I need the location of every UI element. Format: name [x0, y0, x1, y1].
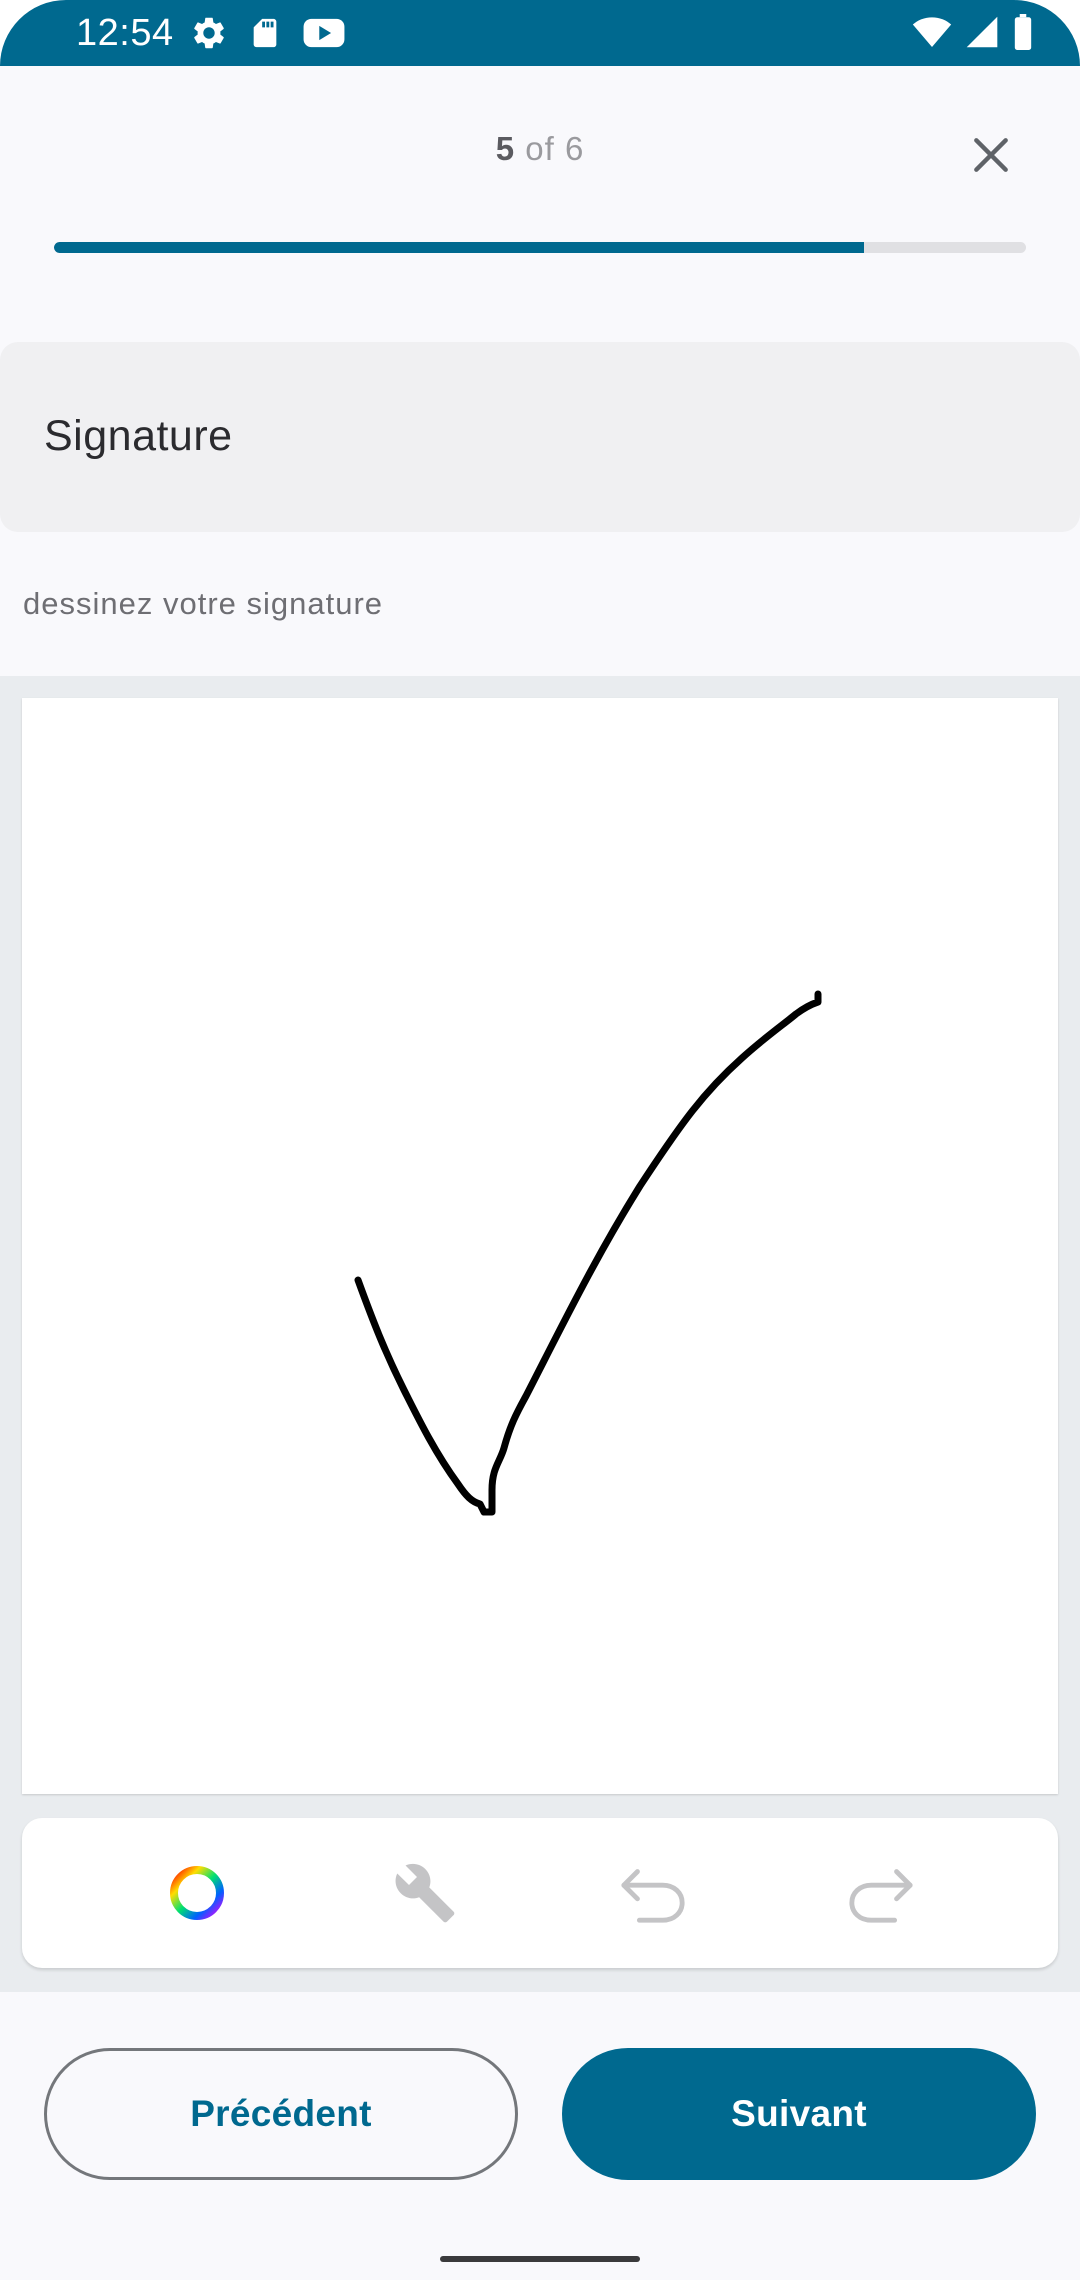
signature-screen: 12:54 5 of 6 Signature dessinez votre si…	[0, 0, 1080, 2280]
close-button[interactable]	[962, 126, 1020, 184]
step-current: 5	[495, 130, 516, 167]
youtube-icon	[303, 18, 345, 48]
settings-tool-button[interactable]	[390, 1858, 460, 1928]
sd-card-icon	[253, 18, 277, 48]
progress-bar-fill	[54, 242, 864, 253]
color-picker-button[interactable]	[162, 1858, 232, 1928]
step-counter: 5 of 6	[0, 130, 1080, 168]
signature-stroke	[354, 990, 822, 1516]
instruction-text: dessinez votre signature	[23, 586, 384, 621]
previous-button[interactable]: Précédent	[44, 2048, 518, 2180]
next-button[interactable]: Suivant	[562, 2048, 1036, 2180]
section-title-card: Signature	[0, 342, 1080, 532]
status-bar: 12:54	[0, 0, 1080, 66]
step-total: 6	[564, 130, 585, 167]
step-separator: of	[525, 130, 555, 167]
settings-icon	[194, 17, 224, 49]
wrench-icon	[395, 1863, 455, 1923]
undo-button[interactable]	[618, 1858, 688, 1928]
home-indicator[interactable]	[440, 2256, 640, 2262]
signal-icon	[966, 16, 998, 48]
wifi-icon	[912, 17, 952, 47]
status-time: 12:54	[76, 12, 174, 54]
battery-icon	[1014, 14, 1032, 50]
redo-button[interactable]	[846, 1858, 916, 1928]
drawing-toolbar	[22, 1818, 1058, 1968]
signature-area	[0, 676, 1080, 1992]
color-wheel-icon	[170, 1866, 224, 1920]
signature-canvas[interactable]	[22, 698, 1058, 1794]
redo-icon	[849, 1869, 913, 1923]
progress-bar	[54, 242, 1026, 253]
undo-icon	[621, 1869, 685, 1923]
close-icon	[974, 138, 1008, 172]
section-title: Signature	[44, 412, 233, 460]
